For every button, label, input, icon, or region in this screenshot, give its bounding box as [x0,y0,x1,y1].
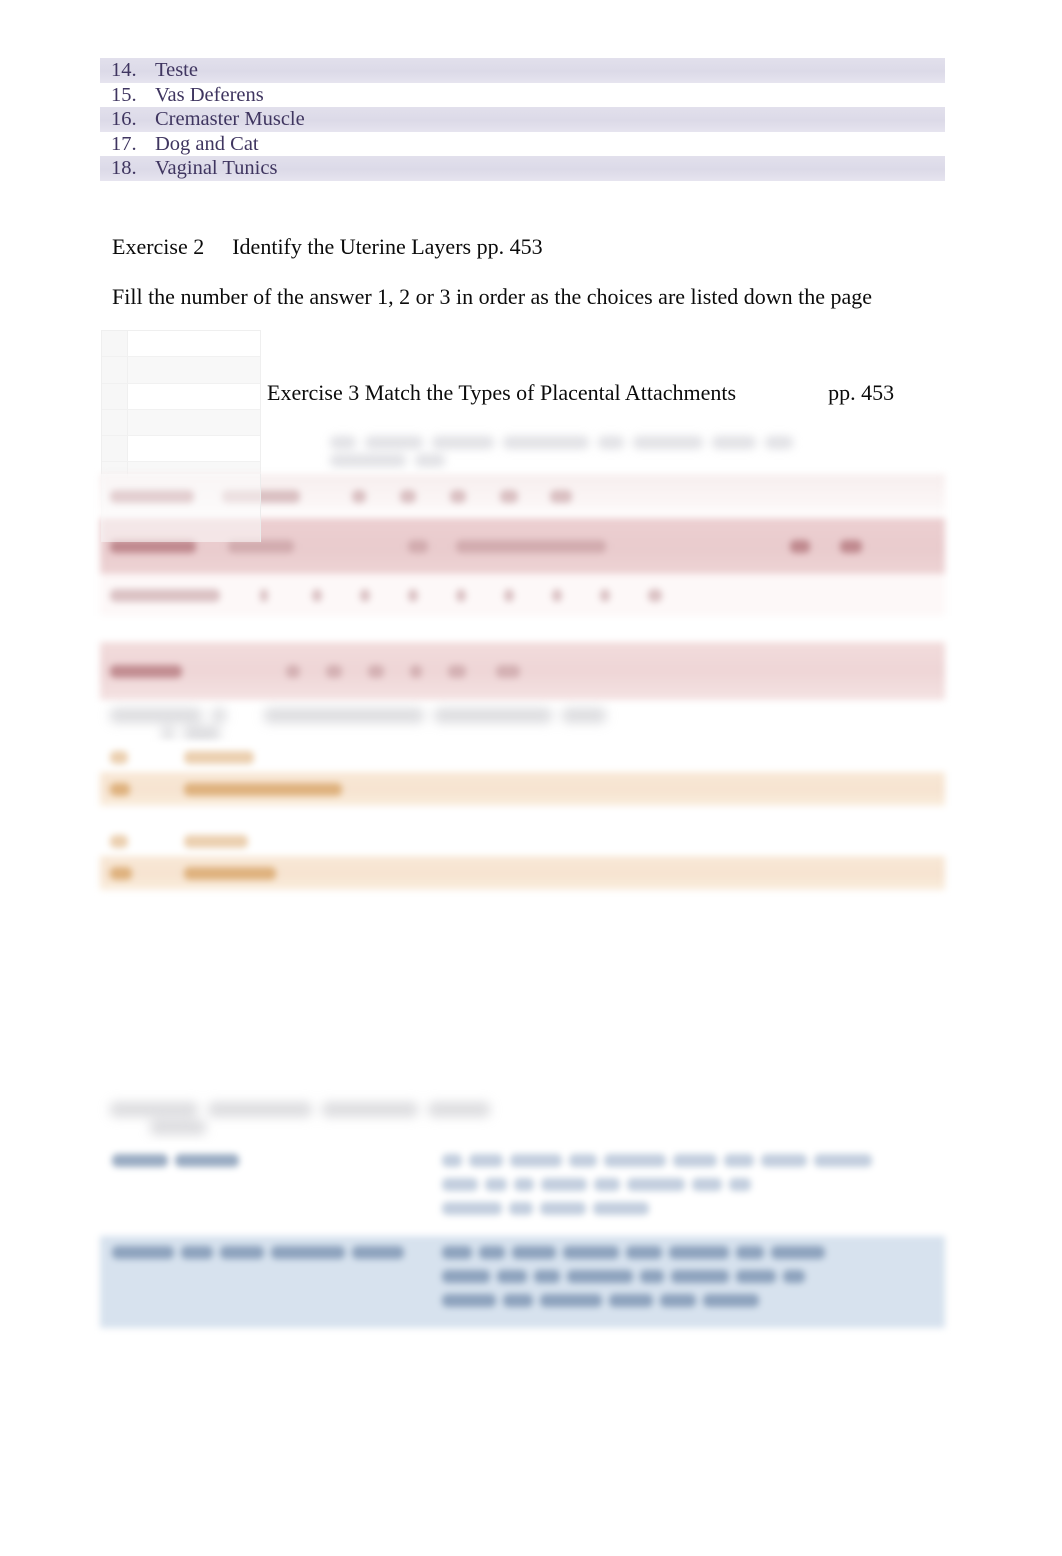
table-cell-answer[interactable] [128,383,260,409]
placental-table-left-cell [101,474,261,542]
table-row[interactable] [100,574,945,616]
table-cell-number [102,383,128,409]
table-row[interactable] [100,742,945,772]
exercise3-heading: Exercise 3 Match the Types of Placental … [267,379,894,407]
table-cell-answer[interactable] [128,436,260,462]
table-row[interactable] [100,1236,945,1328]
list-item-label: Vaginal Tunics [155,157,278,180]
table-cell-number [102,357,128,383]
table-row[interactable] [100,772,945,806]
anatomy-numbered-list: 14. Teste 15. Vas Deferens 16. Cremaster Mu… [100,58,945,181]
table-cell-term[interactable] [100,1144,430,1236]
list-item-label: Cremaster Muscle [155,108,305,131]
exercise2-title: Identify the Uterine Layers pp. 453 [232,234,543,259]
list-item: 16. Cremaster Muscle [100,107,945,132]
table-row[interactable] [100,642,945,700]
list-item: 18. Vaginal Tunics [100,156,945,181]
list-item-label: Vas Deferens [155,83,264,106]
exercise3-title: Exercise 3 Match the Types of Placental … [267,380,737,405]
table-cell-answer[interactable] [128,331,260,357]
table-cell-term[interactable] [100,1236,430,1328]
table-row-content [110,662,520,680]
list-item-label: Dog and Cat [155,132,259,155]
table-row[interactable] [100,856,945,890]
list-item: 17. Dog and Cat [100,132,945,157]
table-row-content [110,864,276,882]
list-item-number: 18. [111,157,137,180]
table-row-content [110,586,662,604]
table-cell-answer[interactable] [128,357,260,383]
table-cell-number [102,331,128,357]
list-item-number: 16. [111,108,137,131]
attachment-type-table[interactable] [100,742,945,890]
table-row[interactable] [100,826,945,856]
list-item-number: 17. [111,132,137,155]
table-cell-definition[interactable] [430,1144,945,1236]
exercise5-heading-illegible [110,1100,530,1135]
list-item: 15. Vas Deferens [100,83,945,108]
table-row-content [110,748,254,766]
table-cell-number [102,409,128,436]
table-row[interactable] [102,331,260,358]
list-item-number: 15. [111,83,137,106]
table-row[interactable] [102,436,260,463]
table-row-spacer [100,616,945,642]
exercise3-subtitle-illegible [330,433,870,467]
table-row[interactable] [102,409,260,437]
list-item: 14. Teste [100,58,945,83]
table-cell-number [102,436,128,462]
table-row-content [110,780,342,798]
list-item-label: Teste [155,59,198,81]
exercise2-heading: Exercise 2 Identify the Uterine Layers pp… [112,233,543,261]
table-cell-answer[interactable] [128,409,260,436]
table-row[interactable] [102,383,260,410]
table-row[interactable] [100,1144,945,1236]
exercise2-label: Exercise 2 [112,234,205,259]
table-cell-definition[interactable] [430,1236,945,1328]
table-row-content [110,832,248,850]
table-row-spacer [100,806,945,826]
exercise4-heading-illegible [110,706,640,741]
gestation-terms-table[interactable] [100,1144,945,1328]
document-page: 14. Teste 15. Vas Deferens 16. Cremaster Mu… [0,0,1062,1556]
exercise3-page-ref: pp. 453 [828,380,895,405]
exercise2-instruction: Fill the number of the answer 1, 2 or 3 … [112,284,872,309]
list-item-number: 14. [111,59,137,81]
table-row[interactable] [102,357,260,384]
